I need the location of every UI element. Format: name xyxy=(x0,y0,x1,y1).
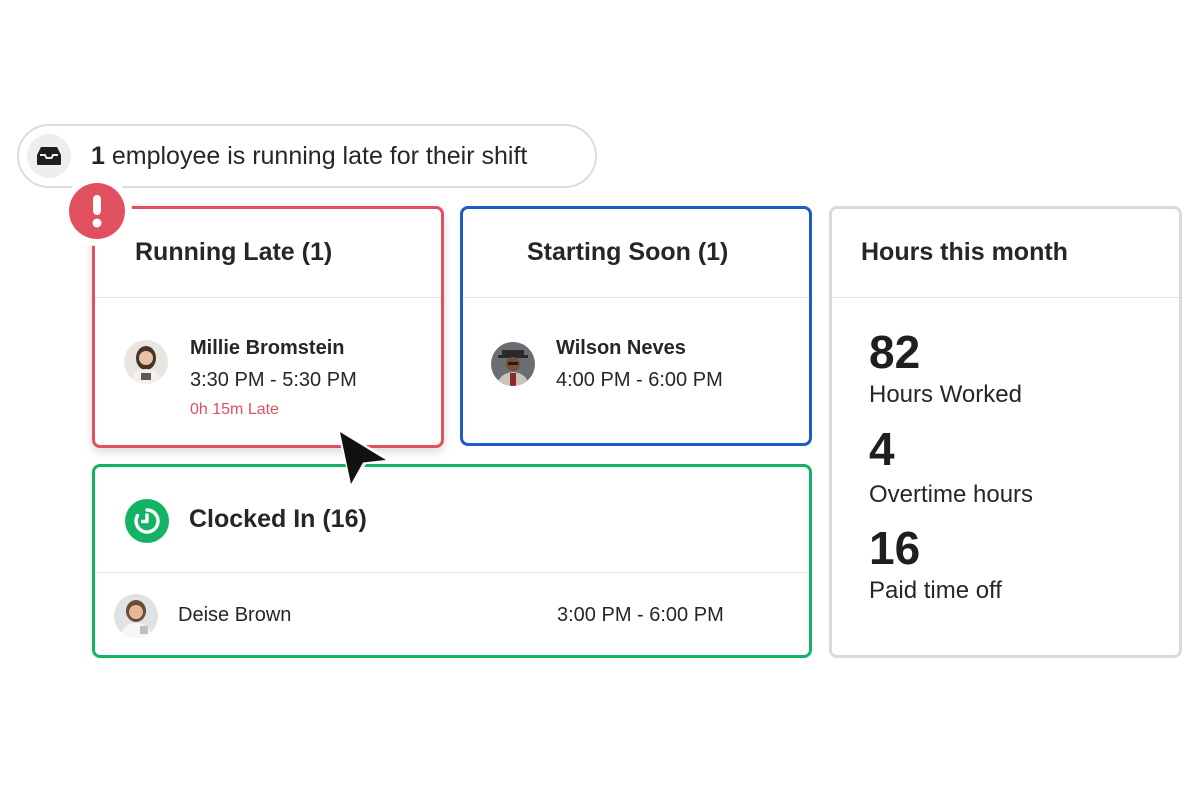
paid-time-off-value: 16 xyxy=(869,522,921,574)
alert-icon xyxy=(62,176,132,246)
starting-soon-title: Starting Soon (1) xyxy=(527,238,729,266)
hours-this-month-card: Hours this month 82 Hours Worked 4 Overt… xyxy=(829,206,1182,658)
banner-text: employee is running late for their shift xyxy=(104,142,528,170)
paid-time-off-label: Paid time off xyxy=(869,577,1002,604)
clocked-in-title: Clocked In (16) xyxy=(189,505,367,533)
divider xyxy=(463,297,809,298)
employee-name: Wilson Neves xyxy=(556,337,686,359)
clock-icon xyxy=(125,499,169,543)
shift-time: 4:00 PM - 6:00 PM xyxy=(556,369,723,391)
starting-soon-card[interactable]: Starting Soon (1) Wilson Neves 4:00 PM -… xyxy=(460,206,812,446)
late-count: 1 xyxy=(91,142,105,170)
late-status: 0h 15m Late xyxy=(190,401,279,418)
avatar xyxy=(491,342,535,386)
avatar xyxy=(114,594,158,638)
hours-title: Hours this month xyxy=(861,238,1068,266)
banner-message: 1 employee is running late for their shi… xyxy=(91,142,527,171)
clocked-in-card[interactable]: Clocked In (16) Deise Brown 3:00 PM - 6:… xyxy=(92,464,812,658)
divider xyxy=(95,297,441,298)
mouse-cursor-icon xyxy=(330,424,400,501)
employee-name: Deise Brown xyxy=(178,604,292,626)
hours-worked-label: Hours Worked xyxy=(869,381,1022,408)
hours-worked-value: 82 xyxy=(869,326,921,378)
overtime-value: 4 xyxy=(869,423,895,475)
divider xyxy=(832,297,1179,298)
avatar xyxy=(124,340,168,384)
inbox-icon xyxy=(27,134,71,178)
employee-name: Millie Bromstein xyxy=(190,337,345,359)
running-late-card[interactable]: Running Late (1) Millie Bromstein 3:30 P… xyxy=(92,206,444,448)
shift-time: 3:00 PM - 6:00 PM xyxy=(557,604,724,626)
shift-time: 3:30 PM - 5:30 PM xyxy=(190,369,357,391)
running-late-title: Running Late (1) xyxy=(135,238,333,266)
overtime-label: Overtime hours xyxy=(869,481,1034,508)
divider xyxy=(95,572,809,573)
